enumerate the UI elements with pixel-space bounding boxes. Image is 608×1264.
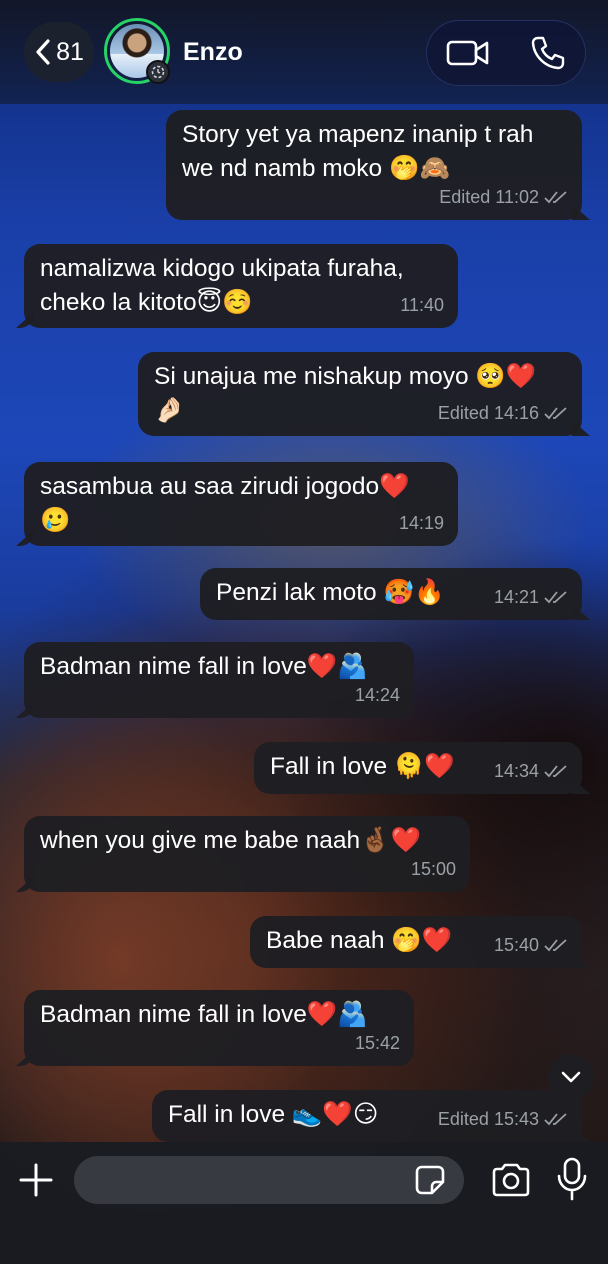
- message-meta: 14:24: [355, 678, 400, 712]
- message-bubble-outgoing[interactable]: Penzi lak moto 🥵🔥 14:21: [200, 568, 582, 620]
- message-text: Fall in love 👟❤️😏: [168, 1098, 378, 1132]
- message-meta: Edited 14:16: [438, 396, 568, 430]
- video-call-button[interactable]: [446, 34, 490, 72]
- message-bubble-outgoing[interactable]: Story yet ya mapenz inanip t rah we nd n…: [166, 110, 582, 220]
- read-ticks-icon: [544, 939, 567, 952]
- message-meta: 14:34: [494, 754, 568, 788]
- message-meta: 15:00: [411, 852, 456, 886]
- message-bubble-outgoing[interactable]: Fall in love 👟❤️😏 Edited 15:43: [152, 1090, 582, 1142]
- camera-icon[interactable]: [490, 1160, 532, 1200]
- microphone-icon[interactable]: [556, 1156, 588, 1202]
- message-bubble-incoming[interactable]: sasambua au saa zirudi jogodo❤️ 🥲 14:19: [24, 462, 458, 546]
- read-ticks-icon: [544, 591, 567, 604]
- message-time: 14:21: [493, 587, 539, 607]
- chevron-left-icon: [36, 39, 50, 65]
- message-text: Badman nime fall in love❤️🫂: [40, 998, 368, 1032]
- message-bubble-incoming[interactable]: namalizwa kidogo ukipata furaha, cheko l…: [24, 244, 458, 328]
- message-meta: Edited 11:02: [439, 180, 568, 214]
- message-meta: 14:19: [399, 506, 444, 540]
- message-line: when you give me babe naah🤞🏾❤️: [40, 827, 422, 854]
- message-meta: Edited 15:43: [438, 1102, 568, 1136]
- message-bubble-incoming[interactable]: Badman nime fall in love❤️🫂 15:42: [24, 990, 414, 1066]
- message-meta: 14:21: [494, 580, 568, 614]
- message-text: Story yet ya mapenz inanip t rah we nd n…: [182, 118, 533, 186]
- read-ticks-icon: [544, 765, 567, 778]
- call-actions: [426, 20, 586, 86]
- message-time: 11:40: [400, 295, 444, 315]
- message-time: Edited 15:43: [437, 1109, 539, 1129]
- contact-name[interactable]: Enzo: [183, 38, 243, 67]
- message-text: Fall in love 🫠❤️: [270, 750, 455, 784]
- message-time: Edited 14:16: [437, 403, 539, 423]
- message-time: 14:34: [493, 761, 539, 781]
- message-bubble-incoming[interactable]: when you give me babe naah🤞🏾❤️ 15:00: [24, 816, 470, 892]
- sticker-icon[interactable]: [414, 1164, 446, 1196]
- message-text: namalizwa kidogo ukipata furaha, cheko l…: [40, 252, 404, 320]
- message-time: 15:40: [493, 935, 539, 955]
- message-text: Babe naah 🤭❤️: [266, 924, 452, 958]
- message-line: Si unajua me nishakup moyo 🥺❤️: [154, 363, 537, 390]
- message-line: Fall in love 🫠❤️: [270, 753, 455, 780]
- message-line: 🥲: [40, 507, 71, 534]
- message-line: Badman nime fall in love❤️🫂: [40, 653, 368, 680]
- message-line: Story yet ya mapenz inanip t rah: [182, 121, 534, 148]
- message-meta: 11:40: [400, 288, 444, 322]
- video-call-icon: [446, 40, 489, 66]
- message-time: 14:19: [398, 513, 444, 533]
- message-line: Badman nime fall in love❤️🫂: [40, 1001, 368, 1028]
- unread-count: 81: [56, 37, 84, 66]
- phone-icon: [531, 36, 565, 70]
- message-line: Fall in love 👟❤️😏: [168, 1101, 379, 1128]
- message-meta: 15:42: [355, 1026, 400, 1060]
- chat-header: 81 Enzo: [0, 0, 608, 104]
- message-bubble-outgoing[interactable]: Babe naah 🤭❤️ 15:40: [250, 916, 582, 968]
- message-line: cheko la kitoto😇☺️: [40, 289, 253, 316]
- chevron-down-icon: [561, 1071, 581, 1083]
- status-icon: [146, 60, 170, 84]
- message-bubble-outgoing[interactable]: Fall in love 🫠❤️ 14:34: [254, 742, 582, 794]
- message-line: sasambua au saa zirudi jogodo❤️: [40, 473, 410, 500]
- message-input[interactable]: [74, 1156, 464, 1204]
- read-ticks-icon: [544, 407, 567, 420]
- message-time: 14:24: [354, 685, 400, 705]
- message-time: 15:00: [410, 859, 456, 879]
- back-button[interactable]: 81: [24, 22, 94, 82]
- message-bubble-outgoing[interactable]: Si unajua me nishakup moyo 🥺❤️ 🤌🏻 Edited…: [138, 352, 582, 436]
- plus-icon[interactable]: [16, 1160, 56, 1200]
- message-text: when you give me babe naah🤞🏾❤️: [40, 824, 421, 858]
- message-line: Penzi lak moto 🥵🔥: [216, 579, 445, 606]
- message-line: namalizwa kidogo ukipata furaha,: [40, 255, 404, 282]
- message-time: Edited 11:02: [439, 187, 539, 207]
- message-line: Babe naah 🤭❤️: [266, 927, 453, 954]
- read-ticks-icon: [544, 1113, 567, 1126]
- scroll-to-bottom-button[interactable]: [548, 1054, 594, 1100]
- voice-call-button[interactable]: [526, 34, 570, 72]
- message-text: Badman nime fall in love❤️🫂: [40, 650, 368, 684]
- message-time: 15:42: [354, 1033, 400, 1053]
- read-ticks-icon: [544, 191, 567, 204]
- message-meta: 15:40: [494, 928, 568, 962]
- message-text: sasambua au saa zirudi jogodo❤️ 🥲: [40, 470, 410, 538]
- message-text: Penzi lak moto 🥵🔥: [216, 576, 445, 610]
- message-bubble-incoming[interactable]: Badman nime fall in love❤️🫂 14:24: [24, 642, 414, 718]
